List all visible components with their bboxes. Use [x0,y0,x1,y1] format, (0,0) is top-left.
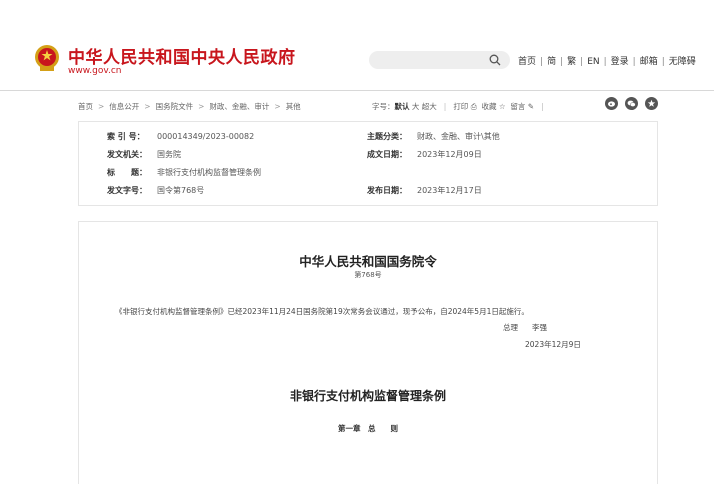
order-number: 第768号 [354,271,382,279]
breadcrumb-info-public[interactable]: 信息公开 [109,102,139,111]
signature-date: 2023年12月9日 [525,340,581,349]
top-nav: 首页 | 简 | 繁 | EN | 登录 | 邮箱 | 无障碍 [518,57,696,67]
search-input[interactable] [369,51,510,69]
breadcrumb: 首页 > 信息公开 > 国务院文件 > 财政、金融、审计 > 其他 [78,102,301,111]
wechat-icon[interactable] [625,97,638,110]
signature-title: 总理 [503,323,518,332]
weibo-icon[interactable] [605,97,618,110]
nav-english[interactable]: EN [587,57,599,67]
favorite-button[interactable]: 收藏 ☆ [481,102,505,111]
nav-simplified[interactable]: 简 [547,57,556,67]
article-content: 中华人民共和国国务院令 第768号 《非银行支付机构监督管理条例》已经2023年… [78,221,658,484]
regulation-title: 非银行支付机构监督管理条例 [289,389,446,403]
message-button[interactable]: 留言 ✎ [510,102,534,111]
font-xlarge-button[interactable]: 超大 [422,102,437,111]
print-icon: ⎙ [470,102,477,111]
font-large-button[interactable]: 大 [412,102,420,111]
breadcrumb-finance[interactable]: 财政、金融、审计 [209,102,269,111]
info-title: 标 题： 非银行支付机构监督管理条例 [107,168,261,177]
info-doc-number: 发文字号： 国令第768号 [107,186,205,195]
nav-traditional[interactable]: 繁 [567,57,576,67]
nav-login[interactable]: 登录 [611,57,629,67]
info-category: 主题分类： 财政、金融、审计\其他 [367,132,500,141]
share-icons [605,97,658,110]
star-icon: ☆ [498,102,506,111]
info-issuer: 发文机关： 国务院 [107,150,181,159]
page-tools: 字号：默认 大 超大 | 打印 ⎙ 收藏 ☆ 留言 ✎ | [372,102,544,111]
site-url[interactable]: www.gov.cn [68,66,121,76]
article-body: 《非银行支付机构监督管理条例》已经2023年11月24日国务院第19次常务会议通… [115,307,529,316]
info-written-date: 成文日期： 2023年12月09日 [367,150,482,159]
signature: 总理 李强 [503,322,547,333]
font-default-button[interactable]: 默认 [395,102,410,111]
page: 中华人民共和国中央人民政府 www.gov.cn 首页 | 简 | 繁 | EN | 登录 | 邮箱… [0,0,714,484]
header-divider [0,90,714,91]
print-button[interactable]: 打印 ⎙ [453,102,476,111]
font-size-label: 字号： [372,102,395,111]
app-icon[interactable] [645,97,658,110]
breadcrumb-home[interactable]: 首页 [78,102,93,111]
document-info-table: 索 引 号： 000014349/2023-00082 主题分类： 财政、金融、审计… [78,121,658,206]
breadcrumb-bar: 首页 > 信息公开 > 国务院文件 > 财政、金融、审计 > 其他 字号：默认 大 超大 | 打印 … [78,96,658,116]
signature-name: 李强 [532,323,547,332]
nav-mail[interactable]: 邮箱 [640,57,658,67]
article-title: 中华人民共和国国务院令 [299,254,437,269]
site-title[interactable]: 中华人民共和国中央人民政府 [68,43,296,68]
site-header: 中华人民共和国中央人民政府 www.gov.cn 首页 | 简 | 繁 | EN | 登录 | 邮箱… [0,0,714,90]
info-published-date: 发布日期： 2023年12月17日 [367,186,482,195]
national-emblem-icon[interactable] [34,44,60,72]
info-index: 索 引 号： 000014349/2023-00082 [107,132,255,141]
search-icon[interactable] [489,54,501,66]
nav-accessibility[interactable]: 无障碍 [669,57,696,67]
pen-icon: ✎ [527,102,535,111]
nav-home[interactable]: 首页 [518,57,536,67]
breadcrumb-state-council-docs[interactable]: 国务院文件 [156,102,194,111]
breadcrumb-other[interactable]: 其他 [286,102,301,111]
chapter-heading: 第一章 总 则 [338,424,398,433]
